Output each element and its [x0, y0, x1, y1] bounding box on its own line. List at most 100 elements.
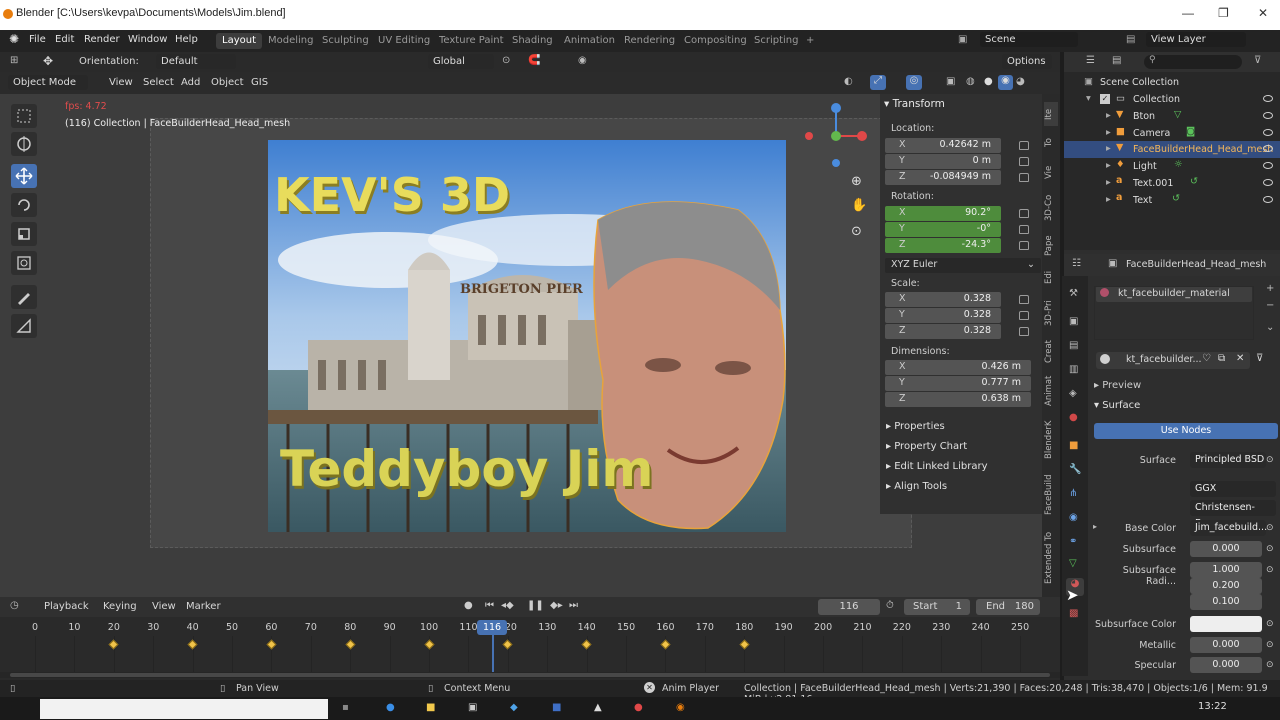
subsurface-field[interactable]: 0.000 — [1190, 541, 1262, 557]
minimize-button[interactable]: — — [1182, 6, 1194, 20]
outliner-editor-icon[interactable]: ☰ — [1086, 55, 1095, 66]
outliner-item-camera[interactable]: ▸ ■ Camera ◙ — [1064, 125, 1280, 142]
preview-panel[interactable]: ▸ Preview — [1094, 380, 1141, 391]
tab-3d-cursor[interactable]: 3D-Co — [1044, 190, 1058, 226]
location-z-field[interactable]: Z -0.084949 m — [885, 170, 1001, 185]
viewport-menu-gis[interactable]: GIS — [251, 77, 268, 88]
tool-tab-icon[interactable]: ⚒ — [1069, 288, 1078, 299]
eye-icon[interactable] — [1263, 196, 1273, 203]
subsurface-radius-x-field[interactable]: 1.000 — [1190, 562, 1262, 578]
align-tools-subpanel[interactable]: ▸ Align Tools — [886, 481, 947, 492]
lock-icon[interactable] — [1019, 327, 1029, 336]
rotation-x-field[interactable]: X 90.2° — [885, 206, 1001, 221]
render-tab-icon[interactable]: ▣ — [1069, 316, 1078, 327]
location-x-field[interactable]: X 0.42642 m — [885, 138, 1001, 153]
snap-icon[interactable]: 🧲 — [528, 55, 540, 66]
subsurface-radius-y-field[interactable]: 0.200 — [1190, 578, 1262, 594]
lock-icon[interactable] — [1019, 311, 1029, 320]
physics-tab-icon[interactable]: ◉ — [1069, 512, 1078, 523]
property-chart-subpanel[interactable]: ▸ Property Chart — [886, 441, 967, 452]
taskbar-browser-icon[interactable]: ● — [386, 702, 395, 713]
options-dropdown[interactable]: Options — [1002, 54, 1052, 69]
specular-field[interactable]: 0.000 — [1190, 657, 1262, 673]
tab-texture-paint[interactable]: Texture Paint — [433, 33, 510, 49]
menu-file[interactable]: File — [29, 34, 46, 45]
menu-render[interactable]: Render — [84, 34, 120, 45]
viewport-menu-add[interactable]: Add — [181, 77, 200, 88]
tab-blenderkit[interactable]: BlenderK — [1044, 416, 1058, 464]
gizmo-toggle-icon[interactable]: ⤢ — [870, 75, 886, 90]
xray-icon[interactable]: ▣ — [946, 76, 955, 87]
select-box-tool[interactable] — [11, 104, 37, 128]
constraints-tab-icon[interactable]: ⚭ — [1069, 536, 1077, 547]
dimensions-y-field[interactable]: Y 0.777 m — [885, 376, 1031, 391]
subsurface-method-dropdown[interactable]: Christensen-Bu... — [1190, 500, 1276, 529]
add-workspace-button[interactable]: + — [800, 33, 820, 49]
jump-end-icon[interactable]: ⏭ — [569, 600, 578, 611]
timeline-menu-keying[interactable]: Keying — [103, 601, 137, 612]
cursor-tool[interactable] — [11, 132, 37, 156]
end-frame-field[interactable]: End 180 — [976, 599, 1040, 615]
scale-z-field[interactable]: Z 0.328 — [885, 324, 1001, 339]
outliner-search-input[interactable]: ⚲ — [1144, 55, 1242, 69]
current-frame-field[interactable]: 116 — [818, 599, 880, 615]
socket-dot-icon[interactable]: ⊙ — [1266, 544, 1274, 554]
outliner-collection[interactable]: ▾ ✓ ▭ Collection — [1064, 91, 1280, 108]
particles-tab-icon[interactable]: ⋔ — [1069, 488, 1077, 499]
cancel-icon[interactable]: ✕ — [644, 682, 655, 693]
transform-orientation-dropdown[interactable]: Global — [428, 54, 494, 69]
taskbar-store-icon[interactable]: ▣ — [468, 702, 477, 713]
jump-keyframe-back-icon[interactable]: ◂◆ — [501, 600, 514, 611]
taskbar-app-icon[interactable]: ▪ — [342, 702, 349, 713]
jump-keyframe-forward-icon[interactable]: ◆▸ — [550, 600, 563, 611]
lock-icon[interactable] — [1019, 241, 1029, 250]
visibility-icon[interactable]: ◐ — [844, 76, 853, 87]
properties-editor-icon[interactable]: ☷ — [1072, 258, 1081, 269]
tab-extended-tools[interactable]: Extended To — [1044, 528, 1058, 588]
location-y-field[interactable]: Y0 m — [885, 154, 1001, 169]
scale-y-field[interactable]: Y 0.328 — [885, 308, 1001, 323]
playhead[interactable]: 116 — [477, 620, 508, 635]
socket-dot-icon[interactable]: ⊙ — [1266, 455, 1274, 465]
base-color-field[interactable]: Jim_facebuild... — [1190, 520, 1267, 536]
subsurface-color-swatch[interactable] — [1190, 616, 1262, 632]
tab-shading[interactable]: Shading — [506, 33, 559, 49]
camera-view-icon[interactable]: ⊙ — [851, 224, 862, 239]
tab-animation[interactable]: Animation — [558, 33, 621, 49]
material-link-icon[interactable]: ⊽ — [1256, 353, 1263, 364]
wireframe-shading-icon[interactable]: ◍ — [966, 76, 975, 87]
move-tool[interactable] — [11, 164, 37, 188]
modifier-tab-icon[interactable]: 🔧 — [1069, 464, 1081, 475]
scale-x-field[interactable]: X 0.328 — [885, 292, 1001, 307]
menu-window[interactable]: Window — [128, 34, 167, 45]
taskbar-app-icon[interactable]: ● — [634, 702, 643, 713]
pivot-icon[interactable]: ⊙ — [502, 55, 510, 66]
editor-type-icon[interactable]: ⊞ — [10, 55, 18, 66]
close-button[interactable]: ✕ — [1258, 6, 1268, 20]
lock-icon[interactable] — [1019, 157, 1029, 166]
eye-icon[interactable] — [1263, 162, 1273, 169]
lock-icon[interactable] — [1019, 141, 1029, 150]
tab-3d-print[interactable]: 3D-Pri — [1044, 296, 1058, 330]
socket-dot-icon[interactable]: ⊙ — [1266, 660, 1274, 670]
outliner-item-light[interactable]: ▸ ♦ Light ☼ — [1064, 158, 1280, 175]
tab-compositing[interactable]: Compositing — [678, 33, 753, 49]
start-frame-field[interactable]: Start 1 — [904, 599, 970, 615]
tab-edit[interactable]: Edi — [1044, 266, 1058, 288]
data-tab-icon[interactable]: ▽ — [1069, 558, 1077, 569]
material-shading-icon[interactable]: ◉ — [998, 75, 1013, 90]
measure-tool[interactable] — [11, 314, 37, 338]
annotate-tool[interactable] — [11, 285, 37, 309]
metallic-field[interactable]: 0.000 — [1190, 637, 1262, 653]
filter-icon[interactable]: ⊽ — [1254, 55, 1261, 66]
properties-subpanel[interactable]: ▸ Properties — [886, 421, 945, 432]
outliner-item-text[interactable]: ▸ a Text ↺ — [1064, 192, 1280, 209]
timeline-editor-icon[interactable]: ◷ — [10, 600, 19, 611]
tab-view[interactable]: Vie — [1044, 160, 1058, 184]
lock-icon[interactable] — [1019, 209, 1029, 218]
menu-help[interactable]: Help — [175, 34, 198, 45]
output-tab-icon[interactable]: ▤ — [1069, 340, 1078, 351]
pause-icon[interactable]: ❚❚ — [527, 600, 544, 611]
texture-tab-icon[interactable]: ▩ — [1069, 608, 1078, 619]
taskbar-app-icon[interactable]: ■ — [552, 702, 561, 713]
